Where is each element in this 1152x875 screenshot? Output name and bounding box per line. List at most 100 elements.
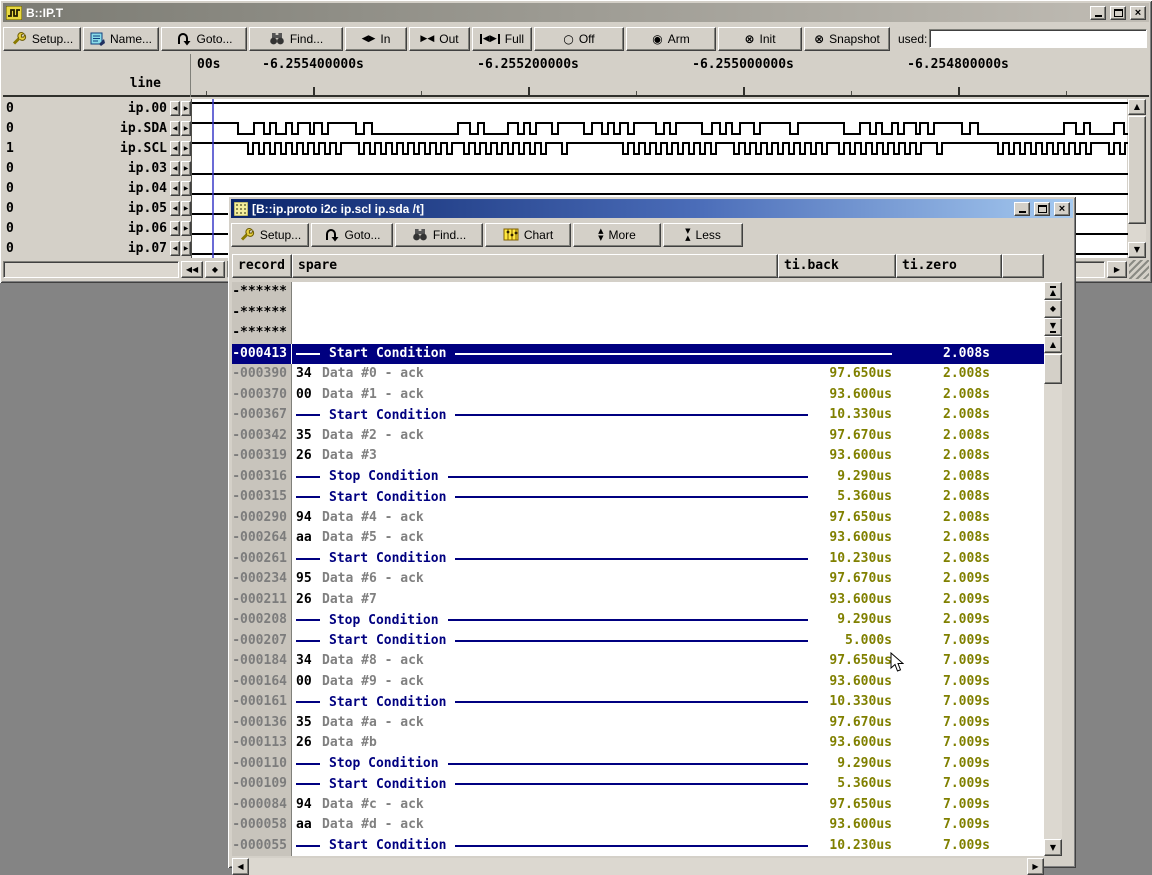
column-header-ti-back[interactable]: ti.back xyxy=(778,254,896,278)
table-row[interactable]: -00031926Data #393.600us2.008s xyxy=(232,446,1044,467)
table-row[interactable]: -00021126Data #793.600us2.009s xyxy=(232,590,1044,611)
column-header-ti-zero[interactable]: ti.zero xyxy=(896,254,1002,278)
find-button[interactable]: Find... xyxy=(249,27,343,51)
scroll-right-button[interactable]: ▶ xyxy=(1107,261,1127,278)
table-row[interactable]: -00016400Data #9 - ack93.600us7.009s xyxy=(232,672,1044,693)
table-row[interactable]: -00023495Data #6 - ack97.670us2.009s xyxy=(232,569,1044,590)
table-row[interactable]: -000058aaData #d - ack93.600us7.009s xyxy=(232,815,1044,836)
signal-scroll-left-button[interactable]: ◀ xyxy=(170,101,180,116)
signal-name-ip-05[interactable]: ip.05 xyxy=(3,201,167,216)
signal-scroll-right-button[interactable]: ▶ xyxy=(181,221,191,236)
goto-button[interactable]: Goto... xyxy=(161,27,247,51)
scroll-right-button[interactable]: ▶ xyxy=(1027,858,1044,875)
signal-scroll-right-button[interactable]: ▶ xyxy=(181,141,191,156)
goto-button[interactable]: Goto... xyxy=(311,223,393,247)
protocol-horizontal-scrollbar[interactable]: ◀ ▶ xyxy=(232,858,1044,875)
maximize-button[interactable] xyxy=(1110,6,1126,20)
scroll-up-button[interactable]: ▲ xyxy=(1044,336,1062,353)
signal-scroll-left-button[interactable]: ◀ xyxy=(170,201,180,216)
table-row[interactable]: -000316Stop Condition9.290us2.008s xyxy=(232,467,1044,488)
chart-button[interactable]: Chart xyxy=(485,223,571,247)
in-button[interactable]: ◀▶In xyxy=(345,27,407,51)
scroll-top-button[interactable]: ▲ xyxy=(1044,282,1062,300)
signal-name-ip-07[interactable]: ip.07 xyxy=(3,241,167,256)
column-header-record[interactable]: record xyxy=(232,254,292,278)
table-row[interactable]: -****** xyxy=(232,323,1044,344)
signal-scroll-left-button[interactable]: ◀ xyxy=(170,121,180,136)
table-row[interactable]: -000109Start Condition5.360us7.009s xyxy=(232,774,1044,795)
signal-name-ip-06[interactable]: ip.06 xyxy=(3,221,167,236)
signal-scroll-left-button[interactable]: ◀ xyxy=(170,221,180,236)
signal-scroll-right-button[interactable]: ▶ xyxy=(181,201,191,216)
table-row[interactable]: -00008494Data #c - ack97.650us7.009s xyxy=(232,795,1044,816)
signal-name-ip-SDA[interactable]: ip.SDA xyxy=(3,121,167,136)
table-row[interactable]: -000161Start Condition10.330us7.009s xyxy=(232,692,1044,713)
table-row[interactable]: -00034235Data #2 - ack97.670us2.008s xyxy=(232,426,1044,447)
table-row[interactable]: -000208Stop Condition9.290us2.009s xyxy=(232,610,1044,631)
signal-name-ip-04[interactable]: ip.04 xyxy=(3,181,167,196)
signal-name-ip-00[interactable]: ip.00 xyxy=(3,101,167,116)
scrollbar-thumb[interactable] xyxy=(1128,116,1146,224)
timing-vertical-scrollbar[interactable]: ▲ ▼ xyxy=(1128,99,1146,258)
scroll-up-button[interactable]: ▲ xyxy=(1128,99,1146,115)
full-button[interactable]: ◀▶Full xyxy=(472,27,532,51)
init-button[interactable]: ⊗Init xyxy=(718,27,802,51)
table-row[interactable]: -00037000Data #1 - ack93.600us2.008s xyxy=(232,385,1044,406)
signal-scroll-right-button[interactable]: ▶ xyxy=(181,101,191,116)
signal-scroll-left-button[interactable]: ◀ xyxy=(170,141,180,156)
signal-scroll-right-button[interactable]: ▶ xyxy=(181,181,191,196)
resize-grip[interactable] xyxy=(1129,260,1149,279)
signal-scroll-right-button[interactable]: ▶ xyxy=(181,121,191,136)
scroll-down-button[interactable]: ▼ xyxy=(1128,242,1146,258)
setup-button[interactable]: Setup... xyxy=(3,27,81,51)
close-button[interactable]: × xyxy=(1054,202,1070,216)
scroll-down-button[interactable]: ▼ xyxy=(1044,839,1062,856)
scroll-diamond-button[interactable]: ◆ xyxy=(205,261,225,278)
signal-name-ip-03[interactable]: ip.03 xyxy=(3,161,167,176)
minimize-button[interactable] xyxy=(1090,6,1106,20)
table-row[interactable]: -****** xyxy=(232,303,1044,324)
setup-button[interactable]: Setup... xyxy=(231,223,309,247)
scroll-double-left-button[interactable]: ◀◀ xyxy=(181,261,203,278)
signal-scroll-left-button[interactable]: ◀ xyxy=(170,181,180,196)
table-row[interactable]: -000367Start Condition10.330us2.008s xyxy=(232,405,1044,426)
table-row[interactable]: -000413Start Condition2.008s xyxy=(232,344,1044,365)
timing-window-titlebar[interactable]: B::IP.T × xyxy=(3,3,1149,22)
table-row[interactable]: -00011326Data #b93.600us7.009s xyxy=(232,733,1044,754)
scroll-track-button[interactable]: ◆ xyxy=(1044,300,1062,318)
less-button[interactable]: ▼▲Less xyxy=(663,223,743,247)
table-row[interactable]: -00018434Data #8 - ack97.650us7.009s xyxy=(232,651,1044,672)
scroll-bottom-button[interactable]: ▼ xyxy=(1044,318,1062,336)
table-row[interactable]: -00013635Data #a - ack97.670us7.009s xyxy=(232,713,1044,734)
table-row[interactable]: -000055Start Condition10.230us7.009s xyxy=(232,836,1044,857)
table-row[interactable]: -000264aaData #5 - ack93.600us2.008s xyxy=(232,528,1044,549)
name-scroll-track[interactable] xyxy=(3,261,179,278)
signal-name-ip-SCL[interactable]: ip.SCL xyxy=(3,141,167,156)
find-button[interactable]: Find... xyxy=(395,223,483,247)
table-row[interactable]: -00029094Data #4 - ack97.650us2.008s xyxy=(232,508,1044,529)
table-row[interactable]: -000110Stop Condition9.290us7.009s xyxy=(232,754,1044,775)
table-row[interactable]: -****** xyxy=(232,282,1044,303)
column-header-spare[interactable]: spare xyxy=(292,254,778,278)
scrollbar-thumb[interactable] xyxy=(1044,354,1062,384)
more-button[interactable]: ▲▼More xyxy=(573,223,661,247)
signal-scroll-right-button[interactable]: ▶ xyxy=(181,161,191,176)
close-button[interactable]: × xyxy=(1130,6,1146,20)
signal-scroll-left-button[interactable]: ◀ xyxy=(170,241,180,256)
table-row[interactable]: -000261Start Condition10.230us2.008s xyxy=(232,549,1044,570)
arm-button[interactable]: ◉Arm xyxy=(626,27,716,51)
scroll-left-button[interactable]: ◀ xyxy=(232,858,249,875)
signal-scroll-left-button[interactable]: ◀ xyxy=(170,161,180,176)
out-button[interactable]: ▶◀Out xyxy=(409,27,470,51)
table-row[interactable]: -00039034Data #0 - ack97.650us2.008s xyxy=(232,364,1044,385)
table-row[interactable]: -000315Start Condition5.360us2.008s xyxy=(232,487,1044,508)
off-button[interactable]: ○Off xyxy=(534,27,624,51)
snapshot-button[interactable]: ⊗Snapshot xyxy=(804,27,890,51)
maximize-button[interactable] xyxy=(1034,202,1050,216)
minimize-button[interactable] xyxy=(1014,202,1030,216)
table-row[interactable]: -000207Start Condition5.000s7.009s xyxy=(232,631,1044,652)
column-header-filler[interactable] xyxy=(1002,254,1044,278)
protocol-table[interactable]: -******-******-******-000413Start Condit… xyxy=(232,282,1044,856)
signal-scroll-right-button[interactable]: ▶ xyxy=(181,241,191,256)
protocol-vertical-scrollbar[interactable]: ▲ ◆ ▼ ▲ ▼ xyxy=(1044,282,1062,856)
